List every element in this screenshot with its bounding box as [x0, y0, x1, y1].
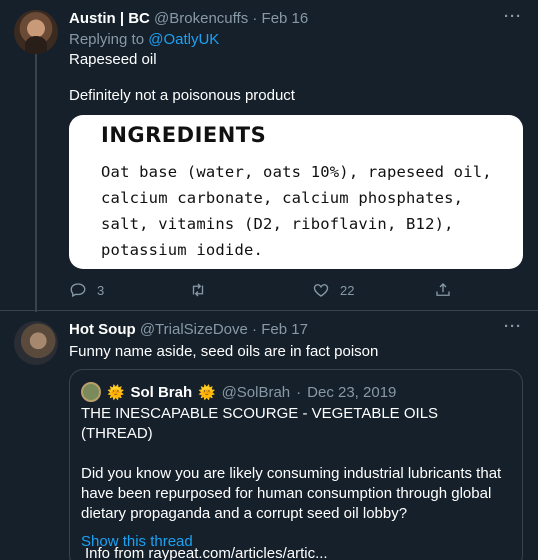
sun-emoji-icon: 🌞	[107, 383, 125, 400]
quote-handle: @SolBrah	[221, 383, 291, 401]
quote-avatar	[81, 382, 101, 402]
replying-to-link[interactable]: @OatlyUK	[148, 31, 219, 48]
avatar[interactable]	[14, 321, 58, 365]
tweet-header: Hot Soup @TrialSizeDove · Feb 17	[69, 321, 308, 338]
quote-tweet[interactable]: 🌞 Sol Brah 🌞 @SolBrah · Dec 23, 2019 THE…	[69, 369, 523, 560]
reply-count: 3	[97, 282, 105, 298]
tweet-image[interactable]: INGREDIENTS Oat base (water, oats 10%), …	[69, 115, 523, 269]
more-options-icon[interactable]: ···	[504, 8, 522, 25]
show-thread-link[interactable]: Show this thread	[81, 533, 193, 550]
quote-header: 🌞 Sol Brah 🌞 @SolBrah · Dec 23, 2019	[81, 382, 396, 402]
tweet-text-line1: Rapeseed oil	[69, 51, 157, 68]
avatar[interactable]	[14, 10, 58, 54]
retweet-icon	[192, 283, 204, 297]
separator: ·	[252, 10, 258, 27]
tweet-header: Austin | BC @Brokencuffs · Feb 16	[69, 10, 308, 27]
heart-icon	[313, 284, 329, 297]
handle[interactable]: @TrialSizeDove	[140, 321, 248, 338]
tweet-text: Funny name aside, seed oils are in fact …	[69, 343, 379, 360]
quote-date: Dec 23, 2019	[307, 383, 397, 401]
display-name[interactable]: Hot Soup	[69, 321, 136, 338]
separator: ·	[296, 383, 302, 401]
sun-emoji-icon: 🌞	[198, 383, 216, 400]
share-button[interactable]	[434, 281, 452, 299]
image-title: INGREDIENTS	[101, 123, 267, 147]
separator: ·	[252, 321, 258, 338]
quote-line1: THE INESCAPABLE SCOURGE - VEGETABLE OILS…	[81, 405, 439, 442]
more-options-icon[interactable]: ···	[504, 318, 522, 335]
replying-prefix: Replying to	[69, 31, 145, 48]
quote-line2: Did you know you are likely consuming in…	[81, 465, 502, 522]
tweet-text-line2: Definitely not a poisonous product	[69, 87, 295, 104]
tweet-date[interactable]: Feb 17	[261, 321, 308, 338]
reply-icon	[70, 283, 86, 298]
quote-display-name: Sol Brah	[130, 383, 193, 401]
like-button[interactable]: 22	[312, 281, 354, 299]
tweet-date[interactable]: Feb 16	[262, 10, 309, 27]
replying-to: Replying to @OatlyUK	[69, 31, 219, 48]
retweet-button[interactable]	[189, 281, 207, 299]
reply-button[interactable]: 3	[69, 281, 104, 299]
handle[interactable]: @Brokencuffs	[154, 10, 248, 27]
tweet-actions: 3 22	[69, 281, 469, 301]
display-name[interactable]: Austin | BC	[69, 10, 150, 27]
image-text: Oat base (water, oats 10%), rapeseed oil…	[101, 163, 492, 259]
share-icon	[436, 283, 450, 296]
like-count: 22	[340, 282, 355, 298]
